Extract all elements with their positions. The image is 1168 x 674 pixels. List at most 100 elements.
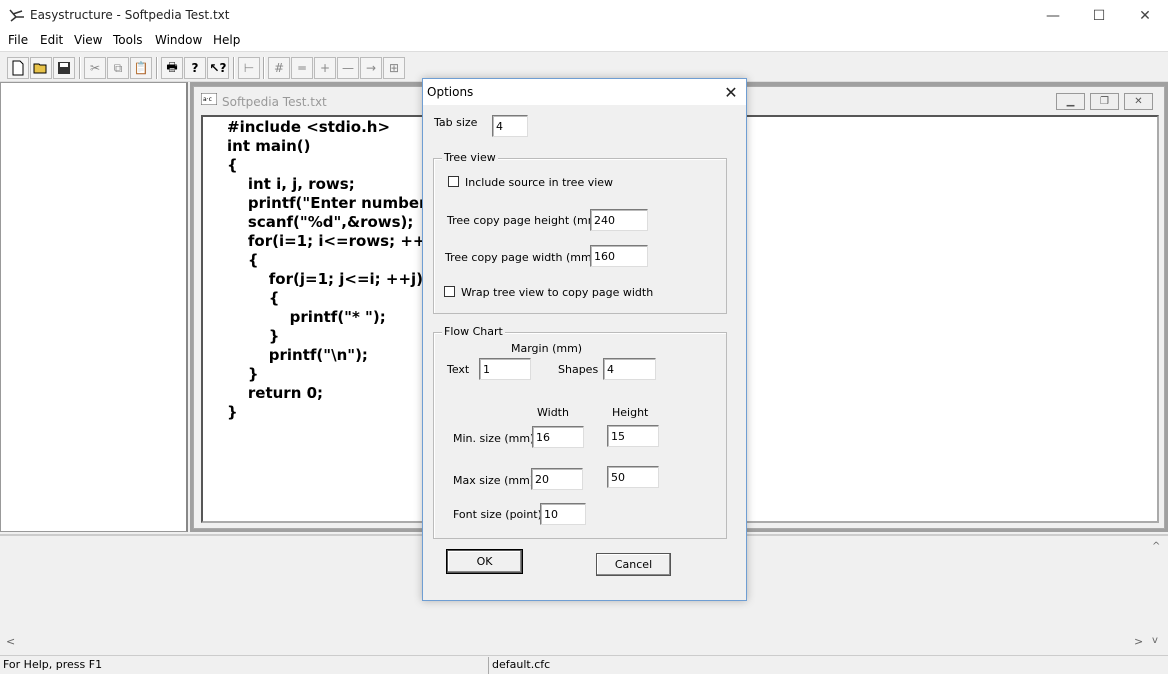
menu-tools[interactable]: Tools [113,33,143,47]
close-icon: ✕ [1134,96,1143,107]
save-icon [58,62,70,74]
page-width-input[interactable] [590,245,648,267]
paste-button[interactable]: 📋 [130,57,152,79]
new-button[interactable] [7,57,29,79]
grid-icon: # [273,61,285,75]
page-width-label: Tree copy page width (mm) [445,251,596,264]
tree-button[interactable]: ⊢ [238,57,260,79]
cancel-button-label: Cancel [614,558,653,571]
copy-button[interactable]: ⧉ [107,57,129,79]
scroll-down-icon[interactable]: v [1152,635,1158,646]
toolbar-separator [156,57,158,79]
menu-view[interactable]: View [74,33,102,47]
minus-button[interactable]: — [337,57,359,79]
menu-edit[interactable]: Edit [40,33,63,47]
minimize-button[interactable]: — [1030,0,1076,31]
vertical-scrollbar[interactable]: ^ v [1148,537,1166,652]
child-close-button[interactable]: ✕ [1124,93,1153,110]
menu-window[interactable]: Window [155,33,202,47]
tab-size-input[interactable] [492,115,528,137]
code-line: { [227,156,238,174]
wrap-tree-view-checkbox[interactable] [444,286,455,297]
toolbar-separator [233,57,235,79]
width-column-label: Width [537,406,569,419]
maximize-button[interactable]: ☐ [1076,0,1122,31]
dialog-title-bar: Options ✕ [423,79,746,105]
height-column-label: Height [612,406,649,419]
print-button[interactable]: 🖶 [161,57,183,79]
scroll-left-icon[interactable]: < [6,635,15,648]
flow-chart-group-title: Flow Chart [442,325,505,338]
shapes-button[interactable]: ⊞ [383,57,405,79]
minimize-icon: — [1046,7,1060,24]
code-line: } [227,403,238,421]
paste-icon: 📋 [133,61,149,75]
cut-icon: ✂ [89,61,101,75]
code-line: printf("Enter number of [227,194,449,212]
shapes-margin-input[interactable] [603,358,656,380]
max-height-input[interactable] [607,466,659,488]
restore-icon: ❐ [1100,96,1109,107]
code-line: printf("* "); [227,308,386,326]
options-dialog: Options ✕ Tab size Tree view Include sou… [422,78,747,601]
scroll-up-icon[interactable]: ^ [1152,541,1160,552]
plus-icon: + [319,61,331,75]
child-restore-button[interactable]: ❐ [1090,93,1119,110]
cancel-button[interactable]: Cancel [596,553,671,576]
max-size-label: Max size (mm) [453,474,535,487]
child-window-title: Softpedia Test.txt [222,95,327,109]
status-bar: For Help, press F1 default.cfc [0,655,1168,674]
menu-file[interactable]: File [8,33,28,47]
status-file-panel: default.cfc [488,657,1168,674]
context-help-button[interactable]: ↖? [207,57,229,79]
ok-button[interactable]: OK [446,549,523,574]
font-size-label: Font size (point) [453,508,542,521]
text-margin-input[interactable] [479,358,531,380]
arrow-button[interactable]: → [360,57,382,79]
cut-button[interactable]: ✂ [84,57,106,79]
min-height-input[interactable] [607,425,659,447]
scroll-right-icon[interactable]: > [1134,635,1143,648]
close-icon: ✕ [1139,7,1151,24]
grid-button[interactable]: # [268,57,290,79]
minus-icon: — [342,61,354,75]
menu-help[interactable]: Help [213,33,240,47]
child-minimize-button[interactable]: ▁ [1056,93,1085,110]
flow-chart-group: Flow Chart Margin (mm) Text Shapes Width… [433,325,727,539]
minimize-icon: ▁ [1066,96,1075,107]
code-line: { [227,289,280,307]
toolbar-separator [263,57,265,79]
tree-view-group-title: Tree view [442,151,498,164]
horizontal-scrollbar[interactable]: < > [0,634,1148,651]
plus-button[interactable]: + [314,57,336,79]
tab-size-label: Tab size [434,116,478,129]
tree-icon: ⊢ [243,61,255,75]
close-button[interactable]: ✕ [1122,0,1168,31]
page-height-input[interactable] [590,209,648,231]
svg-text:a·c: a·c [203,96,212,103]
page-height-label: Tree copy page height (mm) [447,214,603,227]
max-width-input[interactable] [531,468,583,490]
menu-bar: File Edit View Tools Window Help [0,31,1168,51]
code-line: int main() [227,137,311,155]
open-button[interactable] [30,57,52,79]
context-help-icon: ↖? [209,61,227,75]
code-line: } [227,327,280,345]
margin-label: Margin (mm) [511,342,583,355]
save-button[interactable] [53,57,75,79]
tree-pane[interactable] [0,82,188,532]
code-line: for(j=1; j<=i; ++j) [227,270,424,288]
help-button[interactable]: ? [184,57,206,79]
wrap-tree-view-label: Wrap tree view to copy page width [461,286,654,299]
code-line: { [227,251,259,269]
shapes-margin-label: Shapes [558,363,599,376]
code-line: scanf("%d",&rows); [227,213,414,231]
include-source-checkbox[interactable] [448,176,459,187]
line-button[interactable]: ═ [291,57,313,79]
document-icon: a·c [201,93,217,105]
dialog-close-button[interactable]: ✕ [718,80,744,104]
print-icon: 🖶 [166,59,178,74]
font-size-input[interactable] [540,503,586,525]
min-width-input[interactable] [532,426,584,448]
text-margin-label: Text [447,363,470,376]
